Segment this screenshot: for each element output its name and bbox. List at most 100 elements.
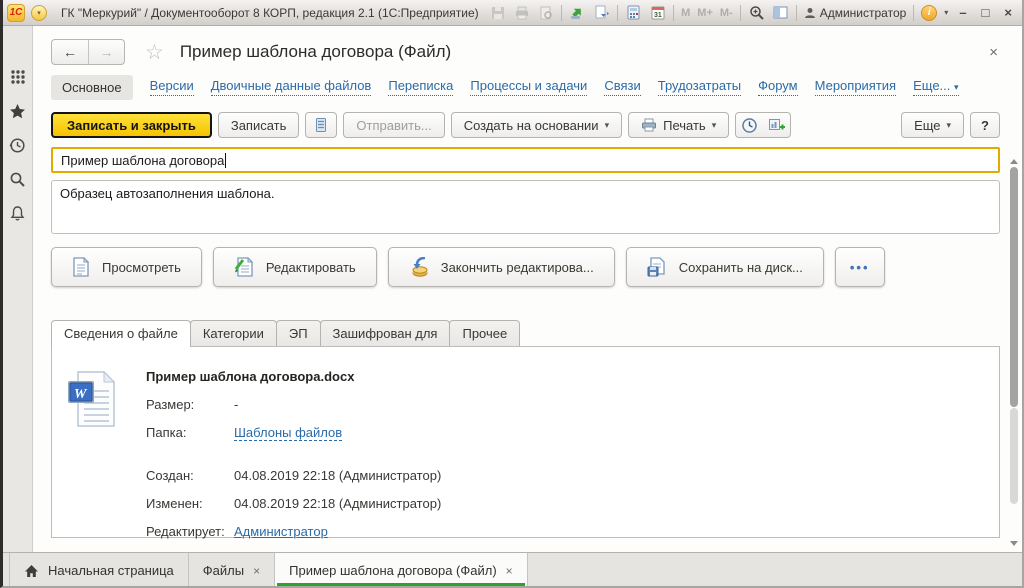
memory-mminus-button[interactable]: M- bbox=[720, 7, 733, 19]
close-tab-icon[interactable]: × bbox=[253, 564, 260, 578]
back-button[interactable]: ← bbox=[52, 40, 88, 64]
tool-panel-sidebar bbox=[3, 26, 33, 552]
add-report-chart-icon[interactable] bbox=[763, 113, 790, 137]
separator bbox=[795, 4, 797, 21]
nav-item-versions[interactable]: Версии bbox=[149, 78, 194, 96]
editor-row: Редактирует: Администратор bbox=[146, 524, 441, 539]
home-icon bbox=[25, 564, 38, 577]
nav-item-processes[interactable]: Процессы и задачи bbox=[470, 78, 588, 96]
zoom-icon[interactable] bbox=[748, 4, 765, 21]
taskbar-tab-files[interactable]: Файлы × bbox=[189, 553, 276, 586]
history-icon[interactable] bbox=[9, 136, 27, 154]
scrollbar-thumb[interactable] bbox=[1010, 167, 1018, 407]
finish-editing-button[interactable]: Закончить редактирова... bbox=[387, 247, 615, 287]
save-icon[interactable] bbox=[489, 4, 506, 21]
nav-item-more[interactable]: Еще... ▾ bbox=[913, 78, 959, 96]
name-input[interactable]: Пример шаблона договора bbox=[51, 147, 1000, 173]
print-preview-icon[interactable] bbox=[537, 4, 554, 21]
current-user[interactable]: Администратор bbox=[804, 5, 907, 20]
chronometry-clock-icon[interactable] bbox=[736, 113, 763, 137]
separator bbox=[673, 4, 675, 21]
memory-m-button[interactable]: M bbox=[681, 7, 690, 19]
save-button[interactable]: Записать bbox=[217, 112, 300, 138]
extra-commands-group bbox=[735, 112, 792, 138]
save-and-close-button[interactable]: Записать и закрыть bbox=[51, 112, 212, 138]
help-button[interactable]: ? bbox=[970, 112, 1000, 138]
nav-item-binary-data[interactable]: Двоичные данные файлов bbox=[210, 78, 372, 96]
vertical-scrollbar[interactable] bbox=[1009, 159, 1019, 546]
chevron-down-icon[interactable]: ▾ bbox=[944, 8, 948, 17]
card-stack-button[interactable] bbox=[305, 112, 338, 138]
description-input[interactable]: Образец автозаполнения шаблона. bbox=[51, 180, 1000, 234]
modified-label: Изменен: bbox=[146, 496, 203, 511]
check-in-icon bbox=[412, 257, 428, 277]
editor-label: Редактирует: bbox=[146, 524, 225, 539]
close-form-icon[interactable]: × bbox=[987, 44, 1000, 61]
chevron-down-icon: ▾ bbox=[946, 119, 952, 130]
page-arrow-icon[interactable] bbox=[593, 4, 610, 21]
created-row: Создан: 04.08.2019 22:18 (Администратор) bbox=[146, 468, 441, 483]
svg-text:31: 31 bbox=[654, 12, 662, 19]
minimize-button[interactable]: – bbox=[955, 6, 970, 19]
print-icon[interactable] bbox=[513, 4, 530, 21]
editor-link[interactable]: Администратор bbox=[234, 524, 328, 539]
nav-item-links[interactable]: Связи bbox=[604, 78, 641, 96]
main-menu-button[interactable]: ▾ bbox=[31, 4, 47, 21]
page-title: Пример шаблона договора (Файл) bbox=[179, 42, 452, 61]
window-title: ГК "Меркурий" / Документооборот 8 КОРП, … bbox=[61, 5, 479, 20]
menu-grid-icon[interactable] bbox=[9, 68, 27, 86]
favorites-star-icon[interactable] bbox=[9, 102, 27, 120]
scroll-down-arrow-icon[interactable] bbox=[1010, 541, 1018, 546]
1c-logo-icon: 1С bbox=[7, 3, 25, 22]
description-value: Образец автозаполнения шаблона. bbox=[60, 186, 275, 201]
folder-label: Папка: bbox=[146, 425, 187, 440]
tab-other[interactable]: Прочее bbox=[449, 320, 521, 346]
scroll-up-arrow-icon[interactable] bbox=[1010, 159, 1018, 164]
nav-item-forum[interactable]: Форум bbox=[758, 78, 798, 96]
chevron-down-icon: ▾ bbox=[711, 119, 717, 130]
scrollbar-track[interactable] bbox=[1010, 167, 1018, 538]
tab-categories[interactable]: Категории bbox=[189, 320, 277, 346]
create-based-on-button[interactable]: Создать на основании ▾ bbox=[450, 112, 623, 138]
taskbar-tab-home[interactable]: Начальная страница bbox=[9, 553, 189, 586]
nav-item-main[interactable]: Основное bbox=[51, 74, 133, 100]
send-button[interactable]: Отправить... bbox=[343, 112, 445, 138]
app-window: 1С ▾ ГК "Меркурий" / Документооборот 8 К… bbox=[0, 0, 1024, 588]
maximize-button[interactable]: □ bbox=[978, 6, 994, 19]
folder-link[interactable]: Шаблоны файлов bbox=[234, 425, 343, 441]
calendar-icon[interactable]: 31 bbox=[649, 4, 666, 21]
search-icon[interactable] bbox=[9, 170, 27, 188]
user-name: Администратор bbox=[819, 5, 907, 20]
more-button[interactable]: Еще ▾ bbox=[901, 112, 965, 138]
form-header: ← → ☆ Пример шаблона договора (Файл) × bbox=[51, 38, 1000, 66]
nav-item-labor[interactable]: Трудозатраты bbox=[657, 78, 742, 96]
tab-file-info[interactable]: Сведения о файле bbox=[51, 320, 191, 347]
tab-signature[interactable]: ЭП bbox=[275, 320, 321, 346]
titlebar: 1С ▾ ГК "Меркурий" / Документооборот 8 К… bbox=[3, 0, 1022, 26]
size-value: - bbox=[234, 397, 239, 412]
close-window-button[interactable]: × bbox=[1000, 6, 1016, 19]
svg-text:W: W bbox=[74, 387, 88, 402]
scrollbar-thumb-shadow bbox=[1010, 408, 1018, 504]
save-to-disk-button[interactable]: Сохранить на диск... bbox=[625, 247, 824, 287]
more-actions-button[interactable]: ••• bbox=[834, 247, 885, 287]
notifications-bell-icon[interactable] bbox=[9, 204, 27, 222]
forward-button[interactable]: → bbox=[88, 40, 124, 64]
split-window-icon[interactable] bbox=[772, 4, 789, 21]
modified-row: Изменен: 04.08.2019 22:18 (Администратор… bbox=[146, 496, 441, 511]
view-file-button[interactable]: Просмотреть bbox=[51, 247, 202, 287]
name-input-value: Пример шаблона договора bbox=[61, 152, 225, 168]
memory-mplus-button[interactable]: M+ bbox=[697, 7, 713, 19]
calculator-icon[interactable] bbox=[625, 4, 642, 21]
favorite-star-icon[interactable]: ☆ bbox=[145, 42, 164, 63]
taskbar-tab-current[interactable]: Пример шаблона договора (Файл) × bbox=[275, 553, 528, 586]
nav-item-correspondence[interactable]: Переписка bbox=[388, 78, 454, 96]
close-tab-icon[interactable]: × bbox=[506, 564, 513, 578]
created-label: Создан: bbox=[146, 468, 194, 483]
send-link-icon[interactable] bbox=[569, 4, 586, 21]
info-icon[interactable]: i bbox=[921, 4, 938, 21]
print-button[interactable]: Печать ▾ bbox=[628, 112, 730, 138]
edit-file-button[interactable]: Редактировать bbox=[212, 247, 377, 287]
tab-encrypted-for[interactable]: Зашифрован для bbox=[319, 320, 451, 346]
nav-item-events[interactable]: Мероприятия bbox=[814, 78, 897, 96]
